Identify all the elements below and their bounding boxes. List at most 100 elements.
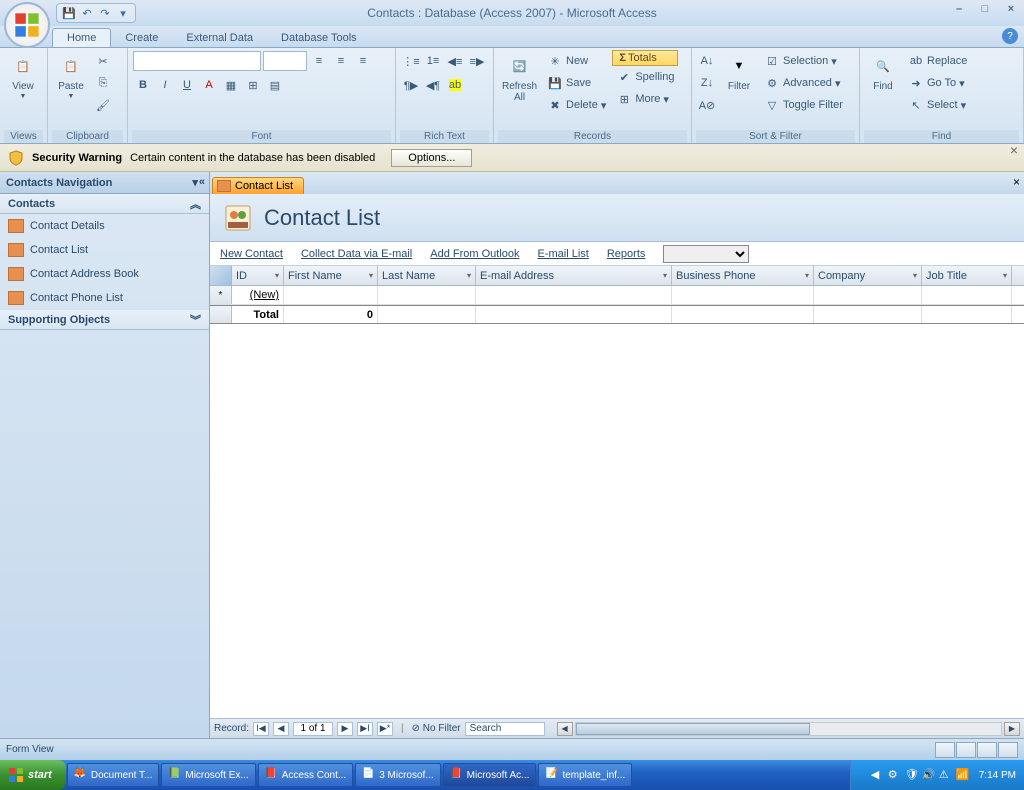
tray-icon[interactable]: ◀ [871,768,885,782]
font-name-combo[interactable] [133,51,261,71]
prev-record-button[interactable]: ◀ [273,722,289,736]
help-button[interactable]: ? [1002,28,1018,44]
close-button[interactable]: × [1002,2,1020,16]
numbering-button[interactable]: 1≡ [422,50,444,72]
scroll-right-button[interactable]: ▶ [1004,722,1020,736]
scroll-left-button[interactable]: ◀ [557,722,573,736]
bullets-button[interactable]: ⋮≡ [400,50,422,72]
select-button[interactable]: ↖Select ▾ [904,94,971,116]
totals-button[interactable]: Σ Totals [612,50,678,66]
office-button[interactable] [4,2,50,48]
italic-button[interactable]: I [154,74,176,96]
doc-tab-close-button[interactable]: × [1013,175,1020,189]
record-position-input[interactable] [293,722,333,736]
advanced-button[interactable]: ⚙Advanced ▾ [760,72,847,94]
link-add-outlook[interactable]: Add From Outlook [430,248,519,260]
align-center-button[interactable]: ≡ [330,50,352,72]
taskbar-item[interactable]: 📕Access Cont... [258,763,353,787]
tab-database-tools[interactable]: Database Tools [267,29,371,47]
record-search-input[interactable]: Search [465,722,545,736]
reports-dropdown[interactable] [663,245,749,263]
refresh-all-button[interactable]: 🔄Refresh All [498,50,541,105]
tab-external-data[interactable]: External Data [172,29,267,47]
redo-icon[interactable]: ↷ [97,5,113,21]
nav-collapse-icon[interactable]: « [199,176,205,189]
undo-icon[interactable]: ↶ [79,5,95,21]
clear-sort-button[interactable]: A⊘ [696,94,718,116]
row-selector[interactable]: * [210,286,232,304]
new-record-row[interactable]: * (New) [210,286,1024,305]
nav-item-contact-address-book[interactable]: Contact Address Book [0,262,209,286]
underline-button[interactable]: U [176,74,198,96]
nav-item-contact-phone-list[interactable]: Contact Phone List [0,286,209,310]
nav-section-contacts[interactable]: Contacts︽ [0,194,209,214]
filter-indicator[interactable]: ⊘ No Filter [412,723,461,734]
toggle-filter-button[interactable]: ▽Toggle Filter [760,94,847,116]
col-job-title[interactable]: Job Title▾ [922,266,1012,285]
qat-dropdown-icon[interactable]: ▾ [115,5,131,21]
selection-button[interactable]: ☑Selection ▾ [760,50,847,72]
goto-button[interactable]: ➜Go To ▾ [904,72,971,94]
new-record-button[interactable]: ✳New [543,50,610,72]
design-view-button[interactable] [998,742,1018,758]
taskbar-item[interactable]: 📄3 Microsof... [355,763,440,787]
new-id-value[interactable]: (New) [250,289,279,301]
filter-button[interactable]: ▼Filter [720,50,758,94]
align-left-button[interactable]: ≡ [308,50,330,72]
scroll-thumb[interactable] [576,723,810,735]
highlight-button[interactable]: ab [444,74,466,96]
tab-create[interactable]: Create [111,29,172,47]
nav-item-contact-details[interactable]: Contact Details [0,214,209,238]
copy-button[interactable]: ⎘ [92,72,114,94]
form-view-button[interactable] [935,742,955,758]
last-record-button[interactable]: ▶I [357,722,373,736]
ltr-button[interactable]: ¶▶ [400,74,422,96]
inc-indent-button[interactable]: ≡▶ [466,50,488,72]
select-all-cell[interactable] [210,266,232,285]
view-button[interactable]: 📋View▼ [4,50,42,103]
link-reports[interactable]: Reports [607,248,646,260]
col-last-name[interactable]: Last Name▾ [378,266,476,285]
start-button[interactable]: start [0,760,66,790]
find-button[interactable]: 🔍Find [864,50,902,94]
tray-icon[interactable]: ⚙ [888,768,902,782]
first-record-button[interactable]: I◀ [253,722,269,736]
tab-home[interactable]: Home [52,28,111,47]
format-painter-button[interactable]: 🖌 [92,94,114,116]
taskbar-item[interactable]: 📝template_inf... [538,763,632,787]
link-collect-email[interactable]: Collect Data via E-mail [301,248,412,260]
nav-header[interactable]: Contacts Navigation ▾« [0,172,209,194]
maximize-button[interactable]: □ [976,2,994,16]
nav-dropdown-icon[interactable]: ▾ [192,176,198,189]
paste-button[interactable]: 📋Paste▼ [52,50,90,103]
nav-item-contact-list[interactable]: Contact List [0,238,209,262]
gridlines-button[interactable]: ⊞ [242,74,264,96]
more-button[interactable]: ⊞More ▾ [612,88,678,110]
minimize-button[interactable]: – [950,2,968,16]
taskbar-clock[interactable]: 7:14 PM [979,770,1016,781]
security-options-button[interactable]: Options... [391,149,472,167]
save-record-button[interactable]: 💾Save [543,72,610,94]
replace-button[interactable]: abReplace [904,50,971,72]
save-icon[interactable]: 💾 [61,5,77,21]
tray-icon[interactable]: 🛡 [905,768,919,782]
nav-section-supporting[interactable]: Supporting Objects︾ [0,310,209,330]
wifi-icon[interactable]: 📶 [956,768,970,782]
link-email-list[interactable]: E-mail List [538,248,589,260]
taskbar-item[interactable]: 📗Microsoft Ex... [161,763,255,787]
col-first-name[interactable]: First Name▾ [284,266,378,285]
col-company[interactable]: Company▾ [814,266,922,285]
horizontal-scrollbar[interactable]: ◀ ▶ [557,722,1020,736]
col-business-phone[interactable]: Business Phone▾ [672,266,814,285]
bold-button[interactable]: B [132,74,154,96]
datasheet-view-button[interactable] [956,742,976,758]
align-right-button[interactable]: ≡ [352,50,374,72]
spelling-button[interactable]: ✔Spelling [612,66,678,88]
new-record-nav-button[interactable]: ▶* [377,722,393,736]
next-record-button[interactable]: ▶ [337,722,353,736]
fill-color-button[interactable]: ▦ [220,74,242,96]
font-size-combo[interactable] [263,51,307,71]
taskbar-item[interactable]: 🦊Document T... [67,763,160,787]
sort-desc-button[interactable]: Z↓ [696,72,718,94]
doc-tab-contact-list[interactable]: Contact List [212,177,304,194]
